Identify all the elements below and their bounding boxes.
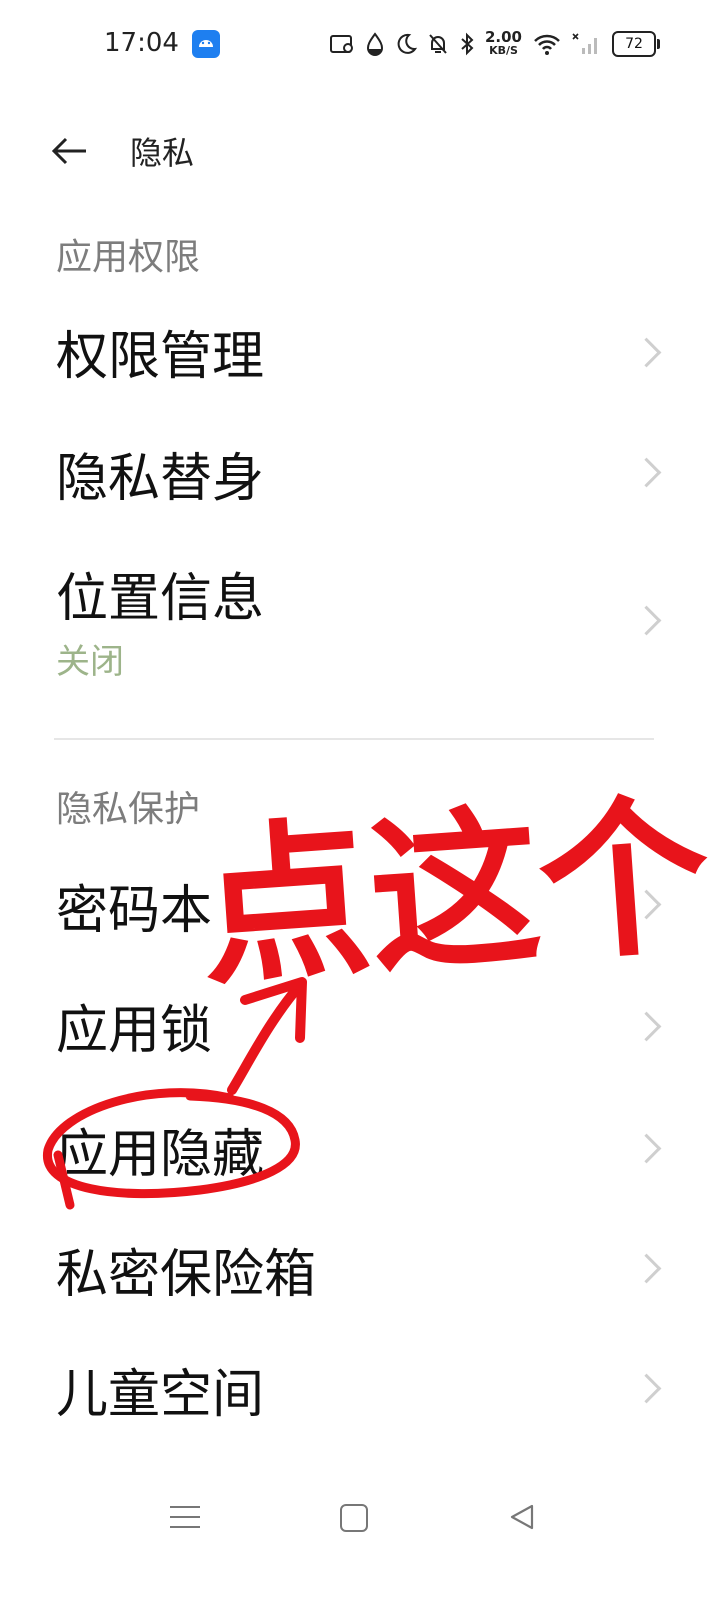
row-label: 位置信息 <box>56 569 265 629</box>
row-password-book[interactable]: 密码本 <box>0 842 720 962</box>
section-title-privacy-protection: 隐私保护 <box>56 789 201 830</box>
back-arrow-icon[interactable] <box>50 136 90 166</box>
row-label: 应用隐藏 <box>56 1125 265 1185</box>
home-icon[interactable] <box>340 1504 368 1532</box>
navigation-bar <box>0 1490 720 1550</box>
section-title-app-permissions: 应用权限 <box>56 237 201 278</box>
row-app-hide[interactable]: 应用隐藏 <box>0 1082 720 1202</box>
status-time: 17:04 <box>104 28 179 58</box>
header: 隐私 <box>0 110 720 190</box>
row-privacy-substitute[interactable]: 隐私替身 <box>0 410 720 530</box>
chevron-right-icon <box>631 605 662 636</box>
bluetooth-icon <box>461 32 474 56</box>
chevron-right-icon <box>631 457 662 488</box>
android-app-icon <box>192 30 220 58</box>
row-private-safe[interactable]: 私密保险箱 <box>0 1202 720 1322</box>
chevron-right-icon <box>631 1373 662 1404</box>
battery-icon: 72 <box>612 31 660 57</box>
row-label: 权限管理 <box>56 327 265 387</box>
chevron-right-icon <box>631 337 662 368</box>
menu-icon[interactable] <box>170 1502 200 1530</box>
chevron-right-icon <box>631 889 662 920</box>
drop-icon <box>366 32 383 56</box>
row-permission-management[interactable]: 权限管理 <box>0 290 720 410</box>
row-location[interactable]: 位置信息 关闭 <box>0 530 720 710</box>
row-kids-space[interactable]: 儿童空间 <box>0 1322 720 1442</box>
row-label: 密码本 <box>56 881 213 941</box>
bell-off-icon <box>429 34 447 54</box>
chevron-right-icon <box>631 1133 662 1164</box>
status-icons: 2.00 KB/S 72 <box>329 26 660 62</box>
net-speed: 2.00 KB/S <box>485 30 522 58</box>
wifi-icon <box>534 34 560 55</box>
chevron-right-icon <box>631 1253 662 1284</box>
divider <box>54 738 654 740</box>
net-speed-unit: KB/S <box>489 44 518 57</box>
row-status: 关闭 <box>56 642 124 682</box>
moon-icon <box>397 33 417 54</box>
net-speed-value: 2.00 <box>484 28 522 46</box>
back-triangle-icon[interactable] <box>508 1502 536 1532</box>
row-label: 隐私替身 <box>56 449 265 509</box>
row-app-lock[interactable]: 应用锁 <box>0 962 720 1082</box>
row-label: 应用锁 <box>56 1001 213 1061</box>
signal-icon <box>572 33 597 54</box>
status-bar: 17:04 2.00 KB/S 72 <box>0 0 720 90</box>
page-title: 隐私 <box>130 134 195 172</box>
chevron-right-icon <box>631 1011 662 1042</box>
row-label: 私密保险箱 <box>56 1245 317 1305</box>
screenshot-icon <box>329 35 353 53</box>
row-label: 儿童空间 <box>56 1365 265 1425</box>
